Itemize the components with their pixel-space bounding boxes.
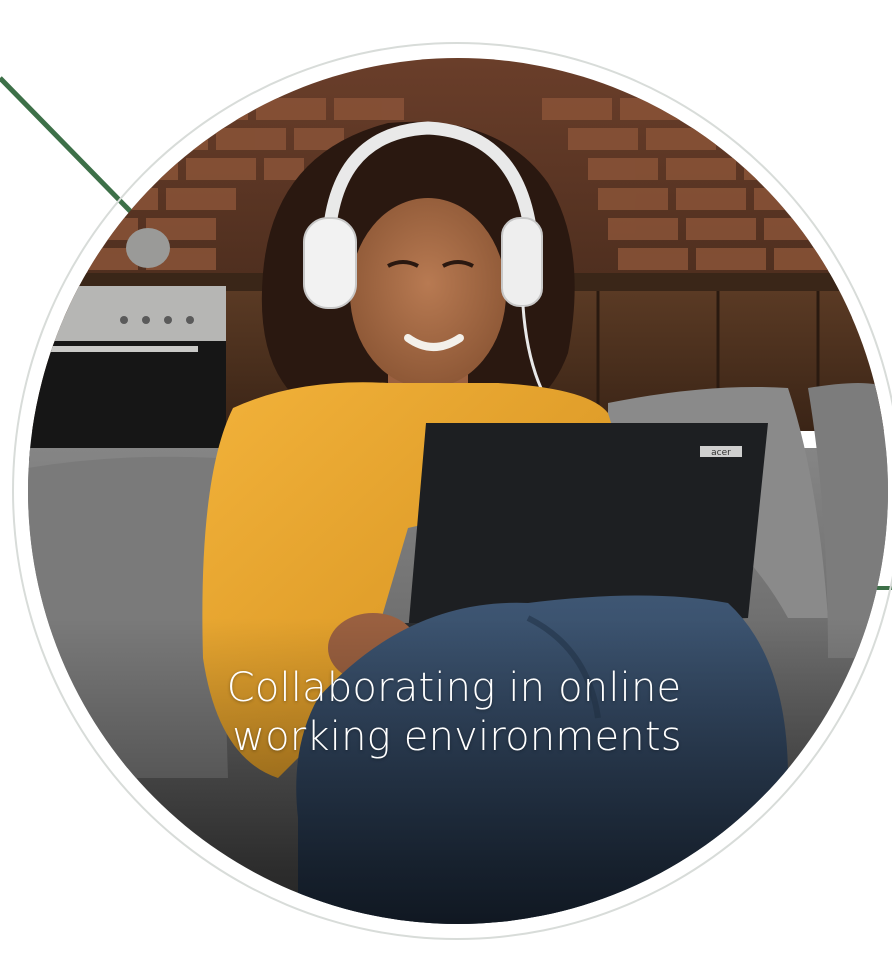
laptop-brand: acer [711,448,731,458]
kettle [126,228,170,268]
hero-figure: acer Collaborating in online working env… [0,0,892,959]
caption-line-1: Collaborating in online [226,665,682,711]
headphone-left [303,217,357,309]
headphone-right [501,217,543,307]
caption: Collaborating in online working environm… [0,664,892,762]
face [350,198,506,388]
caption-line-2: working environments [232,714,682,760]
photo-circle: acer [28,58,888,924]
oven-door [28,341,226,461]
photo-illustration: acer [28,58,888,924]
